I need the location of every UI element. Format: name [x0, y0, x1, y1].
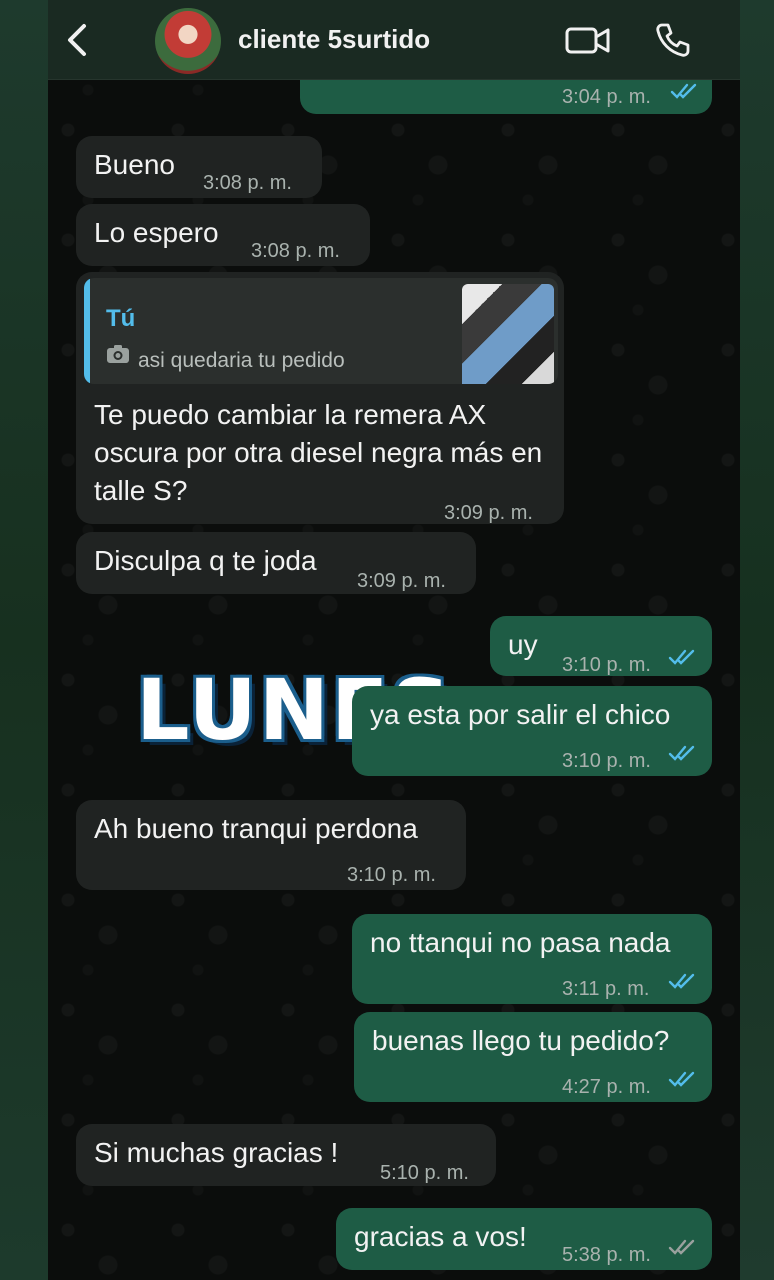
message-incoming-reply[interactable]: Tú asi quedaria tu pedido Te puedo cambi…	[76, 272, 564, 524]
message-text: uy	[508, 629, 538, 660]
message-outgoing[interactable]: uy 3:10 p. m.	[490, 616, 712, 676]
message-time: 3:10 p. m.	[562, 654, 651, 676]
message-incoming[interactable]: Ah bueno tranqui perdona 3:10 p. m.	[76, 800, 466, 890]
message-time: 3:11 p. m.	[562, 978, 650, 1000]
message-text: Ah bueno tranqui perdona	[94, 813, 418, 844]
double-check-icon	[670, 83, 697, 99]
message-time: 5:10 p. m.	[380, 1162, 469, 1184]
message-outgoing[interactable]: no ttanqui no pasa nada 3:11 p. m.	[352, 914, 712, 1004]
message-text: gracias a vos!	[354, 1221, 527, 1252]
message-text: ya esta por salir el chico	[370, 699, 671, 730]
contact-name[interactable]: cliente 5surtido	[238, 24, 430, 55]
quote-thumbnail-image	[462, 284, 554, 384]
background-right	[740, 0, 774, 1280]
double-check-icon	[668, 745, 695, 761]
quote-accent-bar	[84, 278, 90, 384]
message-time: 3:04 p. m.	[562, 86, 651, 108]
message-outgoing[interactable]: gracias a vos! 5:38 p. m.	[336, 1208, 712, 1270]
chat-screen: 3:04 p. m. Bueno 3:08 p. m. Lo espero 3:…	[48, 0, 740, 1280]
lunes-sticker[interactable]: LUNES	[136, 660, 451, 760]
message-text: Si muchas gracias !	[94, 1137, 339, 1168]
back-arrow-icon[interactable]	[60, 20, 100, 60]
message-time: 3:09 p. m.	[357, 570, 446, 592]
message-text: buenas llego tu pedido?	[372, 1025, 670, 1056]
message-incoming[interactable]: Disculpa q te joda 3:09 p. m.	[76, 532, 476, 594]
message-time: 3:10 p. m.	[347, 864, 436, 886]
camera-icon	[107, 345, 129, 363]
message-incoming[interactable]: Si muchas gracias ! 5:10 p. m.	[76, 1124, 496, 1186]
message-time: 3:08 p. m.	[203, 172, 292, 194]
message-text: no ttanqui no pasa nada	[370, 927, 671, 958]
quote-text: asi quedaria tu pedido	[138, 349, 345, 372]
double-check-icon	[668, 649, 695, 665]
message-time: 3:09 p. m.	[444, 502, 533, 524]
double-check-icon	[668, 1239, 695, 1255]
message-incoming[interactable]: Bueno 3:08 p. m.	[76, 136, 322, 198]
avatar[interactable]	[155, 8, 221, 74]
quote-author: Tú	[106, 305, 136, 332]
message-incoming[interactable]: Lo espero 3:08 p. m.	[76, 204, 370, 266]
message-outgoing[interactable]: buenas llego tu pedido? 4:27 p. m.	[354, 1012, 712, 1102]
background-left	[0, 0, 48, 1280]
message-outgoing[interactable]: ya esta por salir el chico 3:10 p. m.	[352, 686, 712, 776]
message-text: Bueno	[94, 149, 175, 180]
double-check-icon	[668, 1071, 695, 1087]
message-time: 3:08 p. m.	[251, 240, 340, 262]
quoted-message[interactable]: Tú asi quedaria tu pedido	[84, 278, 558, 384]
video-call-icon[interactable]	[564, 20, 612, 60]
message-time: 3:10 p. m.	[562, 750, 651, 772]
double-check-icon	[668, 973, 695, 989]
message-text: Te puedo cambiar la remera AX oscura por…	[94, 399, 543, 506]
phone-call-icon[interactable]	[653, 20, 693, 60]
message-text: Disculpa q te joda	[94, 545, 317, 576]
chat-header: cliente 5surtido	[48, 0, 740, 80]
message-text: Lo espero	[94, 217, 219, 248]
message-time: 4:27 p. m.	[562, 1076, 651, 1098]
message-time: 5:38 p. m.	[562, 1244, 651, 1266]
